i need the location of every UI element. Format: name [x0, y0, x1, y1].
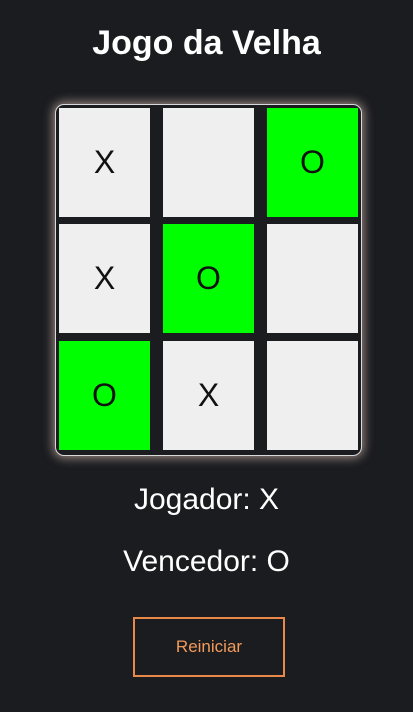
reset-button[interactable]: Reiniciar — [133, 617, 285, 677]
board-cell-9[interactable] — [267, 341, 358, 450]
page-title: Jogo da Velha — [92, 24, 321, 62]
board-cell-3[interactable]: O — [267, 108, 358, 217]
board-cell-5[interactable]: O — [163, 224, 254, 333]
board-cell-2[interactable] — [163, 108, 254, 217]
game-board: X O X O O X — [55, 104, 362, 456]
board-cell-6[interactable] — [267, 224, 358, 333]
board-cell-1[interactable]: X — [59, 108, 150, 217]
board-cell-7[interactable]: O — [59, 341, 150, 450]
board-cell-8[interactable]: X — [163, 341, 254, 450]
current-player-status: Jogador: X — [133, 483, 280, 516]
winner-status: Vencedor: O — [123, 545, 290, 578]
game-page: Jogo da Velha X O X O O X Jogador: X Ven… — [0, 0, 413, 712]
board-cell-4[interactable]: X — [59, 224, 150, 333]
